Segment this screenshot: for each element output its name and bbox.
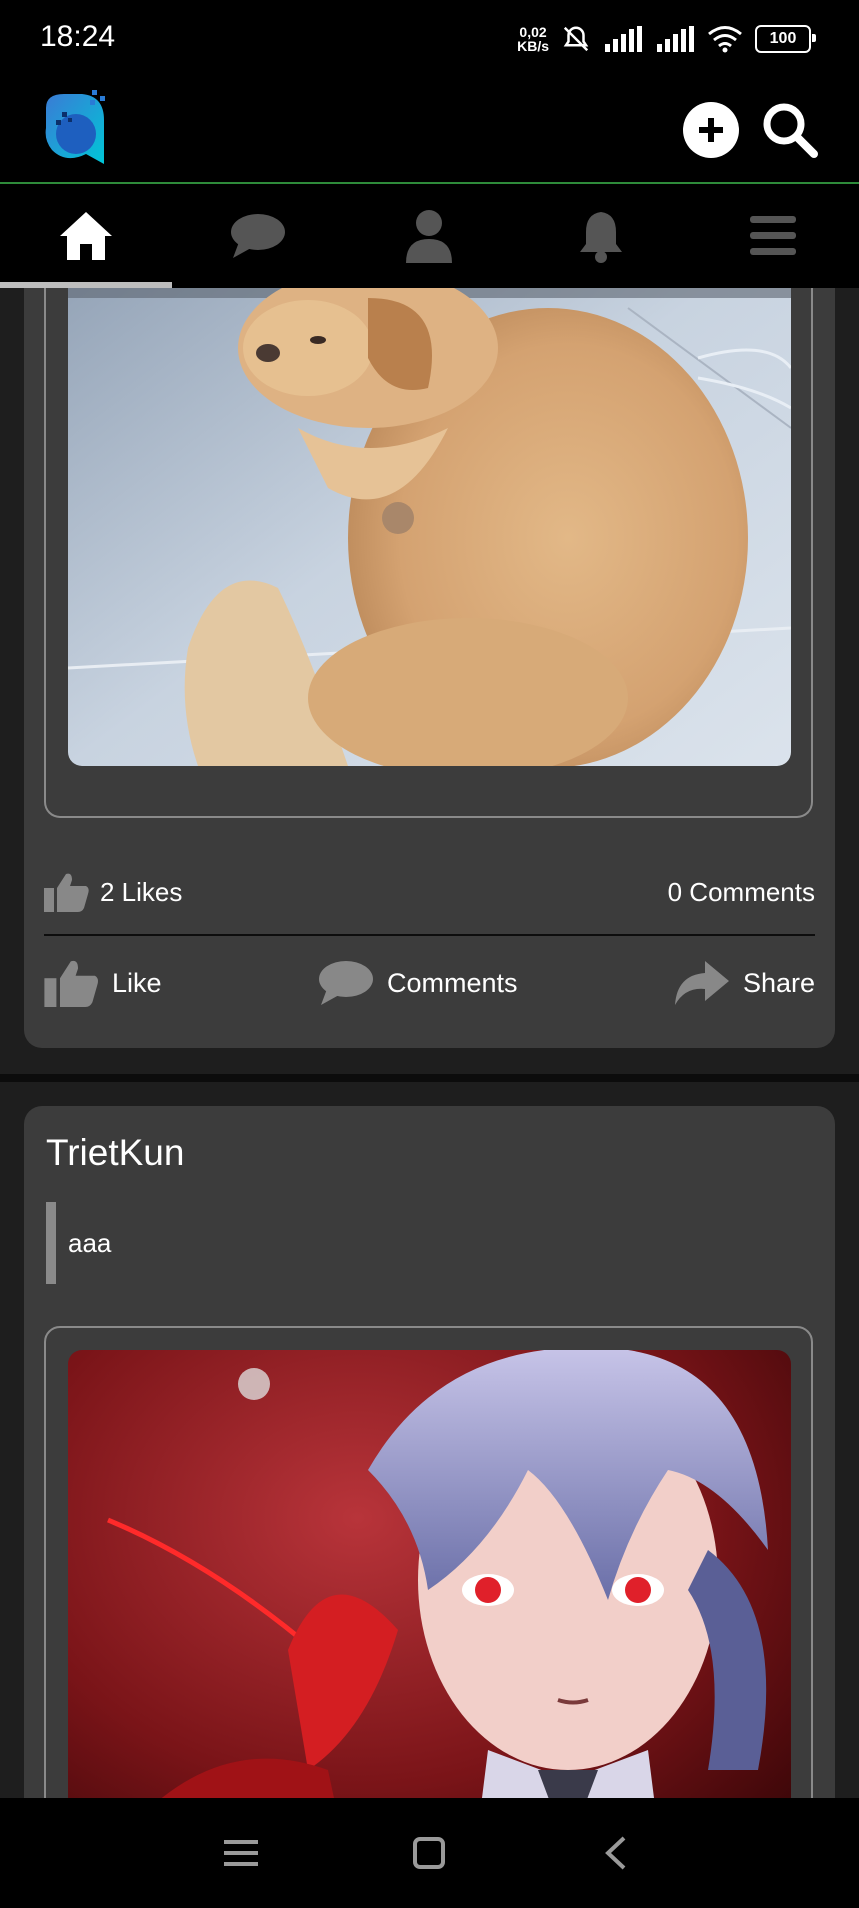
status-time: 18:24 — [40, 20, 116, 53]
dog-photo — [68, 288, 791, 766]
back-button[interactable] — [592, 1828, 642, 1878]
back-icon — [605, 1836, 626, 1870]
tab-messages[interactable] — [172, 184, 344, 288]
app-header — [0, 80, 859, 184]
add-post-button[interactable] — [683, 102, 739, 158]
chat-icon — [230, 214, 285, 258]
signal-icon — [605, 26, 642, 52]
comments-count[interactable]: 0 Comments — [668, 877, 815, 908]
system-nav-bar — [0, 1798, 859, 1908]
plus-icon — [699, 118, 723, 142]
tab-notifications[interactable] — [515, 184, 687, 288]
mute-bell-icon — [563, 26, 589, 52]
recents-icon — [224, 1840, 258, 1866]
hamburger-icon — [750, 216, 797, 255]
post-card: TrietKun aaa — [24, 1106, 835, 1798]
net-speed-value: 0,02 — [519, 24, 547, 40]
post-text: aaa — [46, 1202, 111, 1284]
comment-icon — [318, 961, 373, 1005]
like-label: Like — [112, 967, 162, 998]
tab-menu[interactable] — [687, 184, 859, 288]
home-icon — [59, 212, 112, 260]
post-image[interactable] — [68, 288, 791, 766]
post-actions: Like Comments Share — [44, 948, 815, 1018]
home-square-icon — [413, 1837, 445, 1869]
post-author[interactable]: TrietKun — [46, 1132, 184, 1174]
post-media-frame — [44, 288, 813, 818]
post-separator — [0, 1074, 859, 1082]
divider — [44, 934, 815, 936]
comments-button[interactable]: Comments — [317, 959, 518, 1007]
likes-count[interactable]: 2 Likes — [44, 872, 182, 912]
thumbs-up-icon — [44, 960, 98, 1007]
post-stats: 2 Likes 0 Comments — [44, 862, 815, 922]
post-image[interactable] — [68, 1350, 791, 1798]
tab-profile[interactable] — [344, 184, 516, 288]
net-speed-unit: KB/s — [517, 38, 549, 54]
bell-icon — [580, 212, 623, 263]
post-card: 2 Likes 0 Comments Like Comments Share — [24, 288, 835, 1048]
signal-icon — [657, 26, 694, 52]
wifi-icon — [708, 26, 742, 53]
like-button[interactable]: Like — [44, 959, 162, 1007]
share-button[interactable]: Share — [673, 959, 815, 1007]
post-media-frame — [44, 1326, 813, 1798]
search-button[interactable] — [758, 98, 822, 162]
status-icons: 0,02 KB/s 100 — [517, 24, 816, 54]
share-icon — [674, 961, 729, 1005]
likes-text: 2 Likes — [100, 876, 183, 907]
anime-character-image — [68, 1350, 791, 1798]
home-button[interactable] — [404, 1828, 454, 1878]
tab-home[interactable] — [0, 184, 172, 288]
share-label: Share — [742, 967, 815, 998]
battery-icon: 100 — [755, 25, 816, 53]
comments-label: Comments — [386, 967, 518, 998]
search-icon — [763, 103, 818, 158]
feed[interactable]: 2 Likes 0 Comments Like Comments Share T… — [0, 288, 859, 1798]
thumbs-up-icon — [44, 873, 89, 912]
network-speed: 0,02 KB/s — [517, 25, 549, 53]
recents-button[interactable] — [216, 1828, 266, 1878]
tab-bar — [0, 184, 859, 288]
app-logo[interactable] — [42, 88, 112, 168]
user-icon — [406, 210, 453, 263]
status-bar: 18:24 0,02 KB/s 100 — [0, 0, 859, 80]
